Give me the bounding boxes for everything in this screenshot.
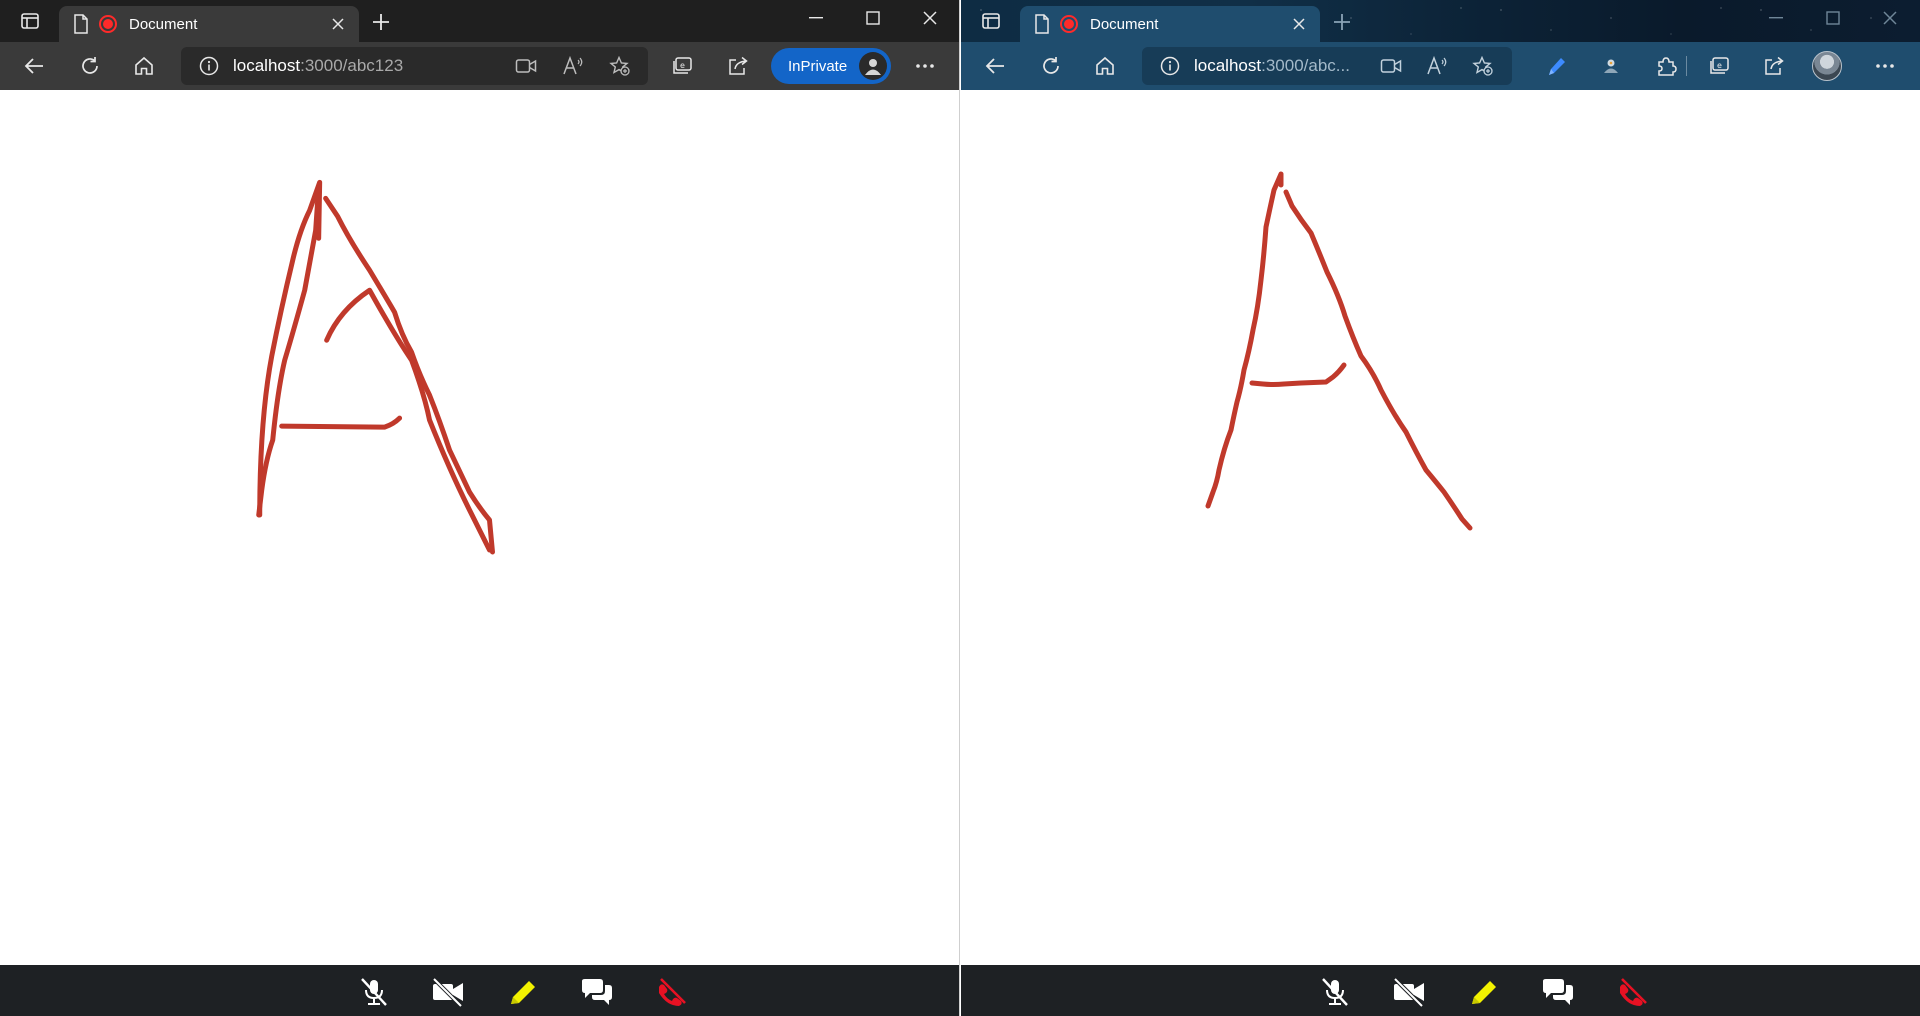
close-window-icon[interactable]: [1862, 0, 1918, 36]
mic-muted-icon[interactable]: [1316, 975, 1354, 1009]
svg-text:e: e: [1717, 61, 1722, 70]
maximize-icon[interactable]: [1805, 0, 1861, 36]
toolbar-separator: [1686, 56, 1687, 76]
pen-icon[interactable]: [1539, 50, 1573, 82]
profile-avatar[interactable]: [1812, 51, 1842, 81]
extension-icon[interactable]: [1594, 50, 1628, 82]
home-icon[interactable]: [1088, 50, 1122, 82]
pencil-icon[interactable]: [503, 975, 541, 1009]
chat-icon[interactable]: [1539, 975, 1577, 1009]
stroke-a-right: [323, 195, 495, 555]
url-host: localhost: [1194, 56, 1262, 75]
browser-toolbar: localhost:3000/abc... e: [961, 42, 1920, 90]
refresh-icon[interactable]: [73, 50, 107, 82]
inprivate-label: InPrivate: [788, 57, 848, 75]
more-icon[interactable]: [908, 50, 942, 82]
drawing-canvas[interactable]: [961, 90, 1920, 965]
hand-drawn-letter: [256, 179, 495, 555]
page-icon: [74, 14, 88, 34]
share-icon[interactable]: [1757, 50, 1791, 82]
chat-icon[interactable]: [578, 975, 616, 1009]
more-icon[interactable]: [1868, 50, 1902, 82]
collections-icon[interactable]: e: [1703, 50, 1737, 82]
home-icon[interactable]: [127, 50, 161, 82]
recording-icon: [99, 15, 117, 33]
browser-window-left: Document localhost:3000/abc123 e InPriva…: [0, 0, 960, 1016]
share-icon[interactable]: [721, 50, 755, 82]
add-favorite-icon[interactable]: [609, 56, 631, 76]
url-text[interactable]: localhost:3000/abc123: [233, 56, 403, 76]
browser-window-right: Document localhost:3000/abc... e: [961, 0, 1920, 1016]
close-tab-icon[interactable]: [1288, 13, 1310, 35]
stroke-a-left: [1205, 171, 1284, 509]
inprivate-avatar-icon: [859, 52, 888, 80]
back-icon[interactable]: [978, 50, 1012, 82]
call-controls: [0, 965, 959, 1016]
hand-drawn-letter: [1205, 171, 1473, 531]
recording-icon: [1060, 15, 1078, 33]
stroke-a-left: [256, 183, 322, 518]
url-path: :3000/abc...: [1261, 56, 1350, 75]
call-controls: [961, 965, 1920, 1016]
add-favorite-icon[interactable]: [1472, 56, 1494, 76]
stroke-crossbar: [1249, 362, 1347, 387]
mic-muted-icon[interactable]: [355, 975, 393, 1009]
refresh-icon[interactable]: [1034, 50, 1068, 82]
close-window-icon[interactable]: [902, 0, 958, 36]
url-host: localhost: [233, 56, 301, 75]
back-icon[interactable]: [17, 50, 51, 82]
inprivate-button[interactable]: InPrivate: [771, 48, 891, 84]
new-tab-icon[interactable]: [1327, 8, 1357, 36]
url-path: :3000/abc123: [300, 56, 404, 75]
video-icon[interactable]: [515, 56, 537, 76]
read-aloud-icon[interactable]: [1426, 56, 1448, 76]
minimize-icon[interactable]: [1748, 0, 1804, 36]
new-tab-icon[interactable]: [366, 8, 396, 36]
read-aloud-icon[interactable]: [562, 56, 584, 76]
stroke-right-leg: [324, 287, 492, 553]
video-icon[interactable]: [1380, 56, 1402, 76]
hang-up-icon[interactable]: [653, 975, 691, 1009]
page-icon: [1035, 14, 1049, 34]
tab-actions-icon[interactable]: [976, 7, 1006, 35]
collections-icon[interactable]: e: [666, 50, 700, 82]
tab-actions-icon[interactable]: [15, 7, 45, 35]
close-tab-icon[interactable]: [327, 13, 349, 35]
video-off-icon[interactable]: [429, 975, 467, 1009]
tab-title: Document: [129, 15, 198, 33]
title-bar: Document: [0, 0, 959, 42]
hang-up-icon[interactable]: [1614, 975, 1652, 1009]
info-icon[interactable]: [1160, 56, 1180, 76]
url-text[interactable]: localhost:3000/abc...: [1194, 56, 1350, 76]
tab-title: Document: [1090, 15, 1159, 33]
stroke-crossbar: [279, 415, 403, 430]
stroke-a-right: [1283, 189, 1473, 531]
drawing-canvas[interactable]: [0, 90, 959, 965]
browser-toolbar: localhost:3000/abc123 e InPrivate: [0, 42, 959, 90]
tab-document[interactable]: Document: [1020, 6, 1320, 42]
tab-document[interactable]: Document: [59, 6, 359, 42]
address-bar[interactable]: localhost:3000/abc...: [1142, 47, 1512, 85]
minimize-icon[interactable]: [788, 0, 844, 36]
info-icon[interactable]: [199, 56, 219, 76]
address-bar[interactable]: localhost:3000/abc123: [181, 47, 648, 85]
video-off-icon[interactable]: [1390, 975, 1428, 1009]
maximize-icon[interactable]: [845, 0, 901, 36]
title-bar: Document: [961, 0, 1920, 42]
svg-text:e: e: [680, 61, 685, 70]
puzzle-icon[interactable]: [1649, 50, 1683, 82]
pencil-icon[interactable]: [1464, 975, 1502, 1009]
